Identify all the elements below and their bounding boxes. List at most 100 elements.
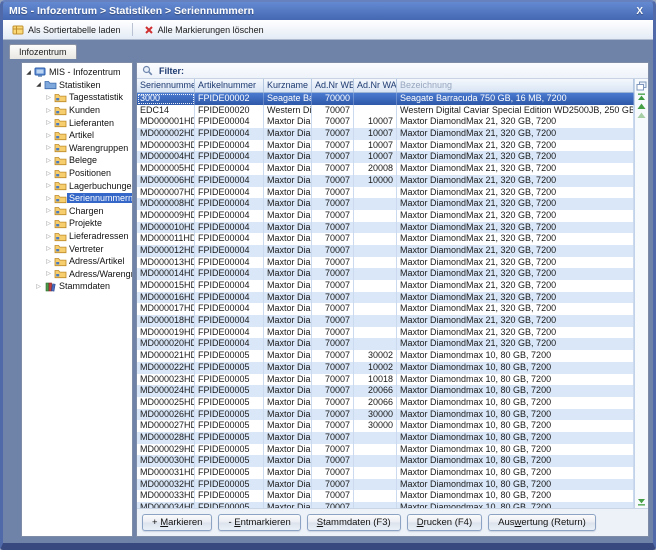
sidebar-item-lieferadressen[interactable]: ▷Lieferadressen — [22, 230, 132, 243]
tree-collapsed-arrow-icon[interactable]: ▷ — [44, 245, 53, 252]
table-row[interactable]: MD000032HDFPIDE00005Maxtor Dia70007Maxto… — [137, 479, 634, 491]
table-row[interactable]: MD000006HDFPIDE00004Maxtor Dia7000710000… — [137, 175, 634, 187]
tree-collapsed-arrow-icon[interactable]: ▷ — [44, 270, 53, 277]
alle-markierungen-loeschen-button[interactable]: Alle Markierungen löschen — [140, 24, 268, 36]
tree-collapsed-arrow-icon[interactable]: ▷ — [44, 94, 53, 101]
scroll-top-icon[interactable] — [637, 93, 646, 101]
table-row[interactable]: MD000020HDFPIDE00004Maxtor Dia70007Maxto… — [137, 338, 634, 350]
table-row[interactable]: MD000026HDFPIDE00005Maxtor Dia7000730000… — [137, 409, 634, 421]
scroll-bottom-icon[interactable] — [637, 498, 646, 506]
cell-adnr_wa — [354, 490, 397, 502]
sidebar-item-adress-artikel[interactable]: ▷Adress/Artikel — [22, 255, 132, 268]
table-row[interactable]: MD000009HDFPIDE00004Maxtor Dia70007Maxto… — [137, 210, 634, 222]
tree-collapsed-arrow-icon[interactable]: ▷ — [44, 132, 53, 139]
cell-kurzname: Maxtor Dia — [264, 444, 312, 456]
als-sortiertabelle-laden-button[interactable]: Als Sortiertabelle laden — [8, 23, 125, 37]
sidebar-item-warengruppen[interactable]: ▷Warengruppen — [22, 142, 132, 155]
sidebar-item-chargen[interactable]: ▷Chargen — [22, 205, 132, 218]
column-header-bezeichnung[interactable]: Bezeichnung — [397, 79, 634, 92]
sidebar-item-adress-warengruppen[interactable]: ▷Adress/Warengruppen — [22, 268, 132, 281]
table-row[interactable]: MD000022HDFPIDE00005Maxtor Dia7000710002… — [137, 362, 634, 374]
sidebar-item-mis-infozentrum[interactable]: ◢MIS - Infozentrum — [22, 66, 132, 79]
cell-kurzname: Maxtor Dia — [264, 128, 312, 140]
sidebar-item-positionen[interactable]: ▷Positionen — [22, 167, 132, 180]
table-row[interactable]: MD000031HDFPIDE00005Maxtor Dia70007Maxto… — [137, 467, 634, 479]
table-row[interactable]: MD000027HDFPIDE00005Maxtor Dia7000730000… — [137, 420, 634, 432]
column-header-adnr_wa[interactable]: Ad.Nr WA — [354, 79, 397, 92]
markieren-button[interactable]: + Markieren — [142, 514, 212, 531]
column-chooser-icon[interactable] — [636, 81, 647, 91]
table-row[interactable]: MD000018HDFPIDE00004Maxtor Dia70007Maxto… — [137, 315, 634, 327]
table-row[interactable]: MD000002HDFPIDE00004Maxtor Dia7000710007… — [137, 128, 634, 140]
sidebar-item-lieferanten[interactable]: ▷Lieferanten — [22, 116, 132, 129]
table-row[interactable]: MD000023HDFPIDE00005Maxtor Dia7000710018… — [137, 374, 634, 386]
grid-nav-strip[interactable] — [634, 79, 648, 508]
sidebar-item-projekte[interactable]: ▷Projekte — [22, 217, 132, 230]
cell-adnr_we: 70007 — [312, 444, 354, 456]
sidebar-item-tagesstatistik[interactable]: ▷Tagesstatistik — [22, 91, 132, 104]
table-row[interactable]: MD000017HDFPIDE00004Maxtor Dia70007Maxto… — [137, 303, 634, 315]
table-row[interactable]: MD000012HDFPIDE00004Maxtor Dia70007Maxto… — [137, 245, 634, 257]
auswertung-button[interactable]: Auswertung (Return) — [488, 514, 596, 531]
tree-collapsed-arrow-icon[interactable]: ▷ — [34, 283, 43, 290]
table-row[interactable]: MD000015HDFPIDE00004Maxtor Dia70007Maxto… — [137, 280, 634, 292]
sidebar-item-seriennummern[interactable]: ▷Seriennummern — [22, 192, 132, 205]
scroll-up-icon[interactable] — [637, 103, 646, 110]
tree-expanded-arrow-icon[interactable]: ◢ — [34, 81, 43, 88]
sidebar-item-belege[interactable]: ▷Belege — [22, 154, 132, 167]
table-row[interactable]: MD000024HDFPIDE00005Maxtor Dia7000720066… — [137, 385, 634, 397]
sidebar-item-artikel[interactable]: ▷Artikel — [22, 129, 132, 142]
sidebar-item-vertreter[interactable]: ▷Vertreter — [22, 242, 132, 255]
tree-collapsed-arrow-icon[interactable]: ▷ — [44, 144, 53, 151]
close-button[interactable]: X — [632, 6, 647, 17]
table-row[interactable]: 3000FPIDE00002Seagate Ba70000Seagate Bar… — [137, 93, 634, 105]
cell-adnr_wa — [354, 257, 397, 269]
sidebar-item-stammdaten[interactable]: ▷Stammdaten — [22, 280, 132, 293]
tree-collapsed-arrow-icon[interactable]: ▷ — [44, 258, 53, 265]
tree-collapsed-arrow-icon[interactable]: ▷ — [44, 170, 53, 177]
table-row[interactable]: MD000003HDFPIDE00004Maxtor Dia7000710007… — [137, 140, 634, 152]
table-row[interactable]: MD000010HDFPIDE00004Maxtor Dia70007Maxto… — [137, 222, 634, 234]
tree-collapsed-arrow-icon[interactable]: ▷ — [44, 157, 53, 164]
column-header-kurzname[interactable]: Kurzname — [264, 79, 312, 92]
drucken-button[interactable]: Drucken (F4) — [407, 514, 482, 531]
table-row[interactable]: MD000014HDFPIDE00004Maxtor Dia70007Maxto… — [137, 268, 634, 280]
cell-artikelnummer: FPIDE00004 — [195, 280, 264, 292]
filter-row[interactable]: Filter: — [137, 63, 648, 79]
stammdaten-button[interactable]: Stammdaten (F3) — [307, 514, 401, 531]
table-row[interactable]: MD000004HDFPIDE00004Maxtor Dia7000710007… — [137, 151, 634, 163]
table-row[interactable]: MD000016HDFPIDE00004Maxtor Dia70007Maxto… — [137, 292, 634, 304]
tree-collapsed-arrow-icon[interactable]: ▷ — [44, 119, 53, 126]
tab-infozentrum[interactable]: Infozentrum — [9, 44, 77, 59]
table-row[interactable]: MD000007HDFPIDE00004Maxtor Dia70007Maxto… — [137, 187, 634, 199]
table-row[interactable]: MD000013HDFPIDE00004Maxtor Dia70007Maxto… — [137, 257, 634, 269]
table-row[interactable]: MD000019HDFPIDE00004Maxtor Dia70007Maxto… — [137, 327, 634, 339]
tree-collapsed-arrow-icon[interactable]: ▷ — [44, 220, 53, 227]
tree-collapsed-arrow-icon[interactable]: ▷ — [44, 233, 53, 240]
table-row[interactable]: MD000008HDFPIDE00004Maxtor Dia70007Maxto… — [137, 198, 634, 210]
column-header-seriennummer[interactable]: Seriennummer▼ — [137, 79, 195, 92]
tree-collapsed-arrow-icon[interactable]: ▷ — [44, 195, 53, 202]
sidebar-item-lagerbuchungen[interactable]: ▷Lagerbuchungen — [22, 179, 132, 192]
table-row[interactable]: EDC14FPIDE00020Western Di70007Western Di… — [137, 105, 634, 117]
sidebar-item-kunden[interactable]: ▷Kunden — [22, 104, 132, 117]
table-row[interactable]: MD000029HDFPIDE00005Maxtor Dia70007Maxto… — [137, 444, 634, 456]
column-header-adnr_we[interactable]: Ad.Nr WE — [312, 79, 354, 92]
table-row[interactable]: MD000028HDFPIDE00005Maxtor Dia70007Maxto… — [137, 432, 634, 444]
table-row[interactable]: MD000001HDFPIDE00004Maxtor Dia7000710007… — [137, 116, 634, 128]
scroll-up-alt-icon[interactable] — [637, 112, 646, 119]
tree-collapsed-arrow-icon[interactable]: ▷ — [44, 182, 53, 189]
entmarkieren-button[interactable]: - Entmarkieren — [218, 514, 300, 531]
sidebar-item-statistiken[interactable]: ◢Statistiken — [22, 79, 132, 92]
table-row[interactable]: MD000021HDFPIDE00005Maxtor Dia7000730002… — [137, 350, 634, 362]
column-header-artikelnummer[interactable]: Artikelnummer — [195, 79, 264, 92]
tree-expanded-arrow-icon[interactable]: ◢ — [24, 69, 33, 76]
table-row[interactable]: MD000005HDFPIDE00004Maxtor Dia7000720008… — [137, 163, 634, 175]
table-row[interactable]: MD000030HDFPIDE00005Maxtor Dia70007Maxto… — [137, 455, 634, 467]
cell-artikelnummer: FPIDE00005 — [195, 397, 264, 409]
table-row[interactable]: MD000033HDFPIDE00005Maxtor Dia70007Maxto… — [137, 490, 634, 502]
table-row[interactable]: MD000011HDFPIDE00004Maxtor Dia70007Maxto… — [137, 233, 634, 245]
table-row[interactable]: MD000025HDFPIDE00005Maxtor Dia7000720066… — [137, 397, 634, 409]
tree-collapsed-arrow-icon[interactable]: ▷ — [44, 107, 53, 114]
tree-collapsed-arrow-icon[interactable]: ▷ — [44, 207, 53, 214]
